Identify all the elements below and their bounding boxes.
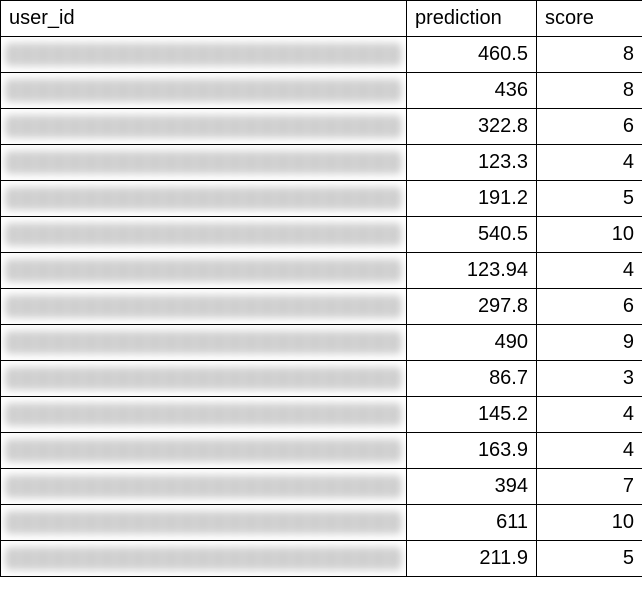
cell-score: 8 [537, 37, 642, 73]
redaction-blur [5, 331, 402, 354]
redaction-blur [5, 295, 402, 318]
cell-prediction: 394 [407, 469, 537, 505]
redaction-blur [5, 223, 402, 246]
table-row: 540.510 [1, 217, 642, 253]
cell-score: 3 [537, 361, 642, 397]
table-row: 145.24 [1, 397, 642, 433]
cell-prediction: 123.3 [407, 145, 537, 181]
header-row: user_id prediction score [1, 1, 642, 37]
cell-score: 4 [537, 397, 642, 433]
cell-user-id-redacted [1, 325, 407, 361]
cell-score: 5 [537, 541, 642, 577]
table-row: 61110 [1, 505, 642, 541]
cell-user-id-redacted [1, 433, 407, 469]
cell-score: 8 [537, 73, 642, 109]
table-row: 123.34 [1, 145, 642, 181]
cell-prediction: 297.8 [407, 289, 537, 325]
cell-prediction: 322.8 [407, 109, 537, 145]
table-row: 322.86 [1, 109, 642, 145]
cell-score: 4 [537, 253, 642, 289]
cell-score: 10 [537, 217, 642, 253]
cell-user-id-redacted [1, 37, 407, 73]
header-score: score [537, 1, 642, 37]
cell-prediction: 436 [407, 73, 537, 109]
redaction-blur [5, 259, 402, 282]
cell-user-id-redacted [1, 109, 407, 145]
table-row: 86.73 [1, 361, 642, 397]
redaction-blur [5, 547, 402, 570]
header-prediction: prediction [407, 1, 537, 37]
cell-score: 10 [537, 505, 642, 541]
cell-score: 4 [537, 433, 642, 469]
redaction-blur [5, 115, 402, 138]
cell-prediction: 86.7 [407, 361, 537, 397]
table-row: 163.94 [1, 433, 642, 469]
cell-user-id-redacted [1, 361, 407, 397]
redaction-blur [5, 43, 402, 66]
cell-user-id-redacted [1, 145, 407, 181]
cell-score: 6 [537, 289, 642, 325]
redaction-blur [5, 151, 402, 174]
cell-user-id-redacted [1, 217, 407, 253]
table-row: 460.58 [1, 37, 642, 73]
redaction-blur [5, 403, 402, 426]
cell-prediction: 163.9 [407, 433, 537, 469]
cell-prediction: 460.5 [407, 37, 537, 73]
table-row: 4368 [1, 73, 642, 109]
cell-prediction: 123.94 [407, 253, 537, 289]
table-row: 123.944 [1, 253, 642, 289]
cell-prediction: 191.2 [407, 181, 537, 217]
cell-score: 6 [537, 109, 642, 145]
cell-prediction: 611 [407, 505, 537, 541]
cell-user-id-redacted [1, 541, 407, 577]
table-row: 4909 [1, 325, 642, 361]
cell-user-id-redacted [1, 73, 407, 109]
table-row: 211.95 [1, 541, 642, 577]
data-table-container: user_id prediction score 460.584368322.8… [0, 0, 642, 603]
cell-user-id-redacted [1, 289, 407, 325]
table-row: 191.25 [1, 181, 642, 217]
cell-prediction: 145.2 [407, 397, 537, 433]
cell-user-id-redacted [1, 397, 407, 433]
redaction-blur [5, 511, 402, 534]
cell-prediction: 540.5 [407, 217, 537, 253]
redaction-blur [5, 367, 402, 390]
redaction-blur [5, 439, 402, 462]
data-table: user_id prediction score 460.584368322.8… [0, 0, 642, 577]
header-user-id: user_id [1, 1, 407, 37]
cell-score: 5 [537, 181, 642, 217]
cell-score: 9 [537, 325, 642, 361]
cell-user-id-redacted [1, 469, 407, 505]
cell-prediction: 490 [407, 325, 537, 361]
cell-score: 7 [537, 469, 642, 505]
table-row: 3947 [1, 469, 642, 505]
redaction-blur [5, 475, 402, 498]
table-row: 297.86 [1, 289, 642, 325]
cell-user-id-redacted [1, 181, 407, 217]
cell-user-id-redacted [1, 253, 407, 289]
cell-user-id-redacted [1, 505, 407, 541]
cell-prediction: 211.9 [407, 541, 537, 577]
cell-score: 4 [537, 145, 642, 181]
redaction-blur [5, 79, 402, 102]
redaction-blur [5, 187, 402, 210]
